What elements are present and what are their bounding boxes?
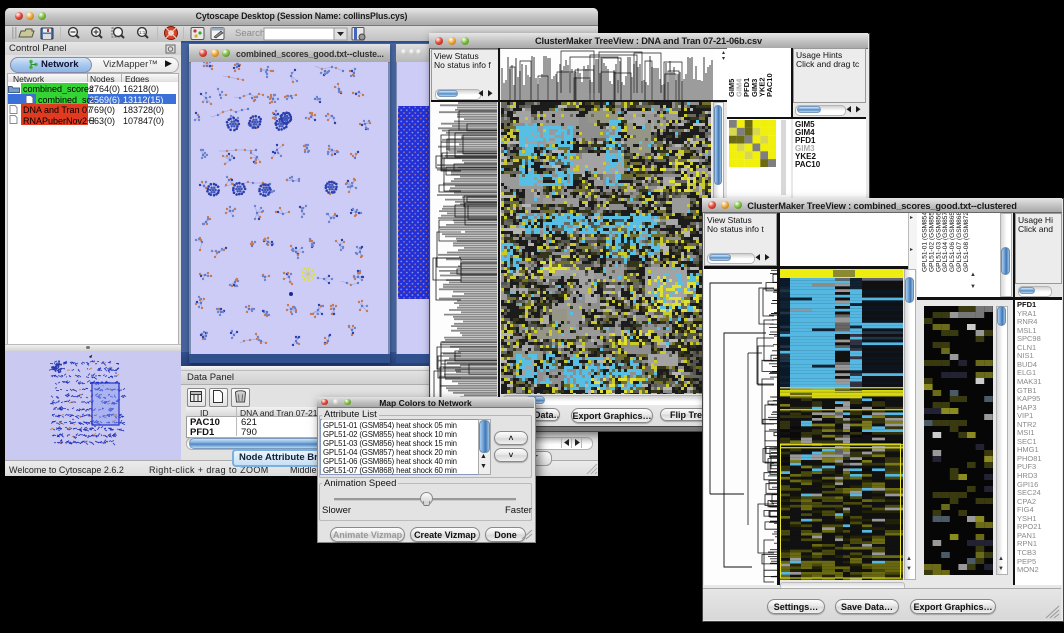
svg-text:1:1: 1:1 <box>139 30 146 35</box>
svg-text:GPL51-08 (GSM872): GPL51-08 (GSM872) <box>963 213 970 272</box>
svg-text:PAC10: PAC10 <box>765 73 774 97</box>
svg-text:Search:: Search: <box>235 28 268 39</box>
